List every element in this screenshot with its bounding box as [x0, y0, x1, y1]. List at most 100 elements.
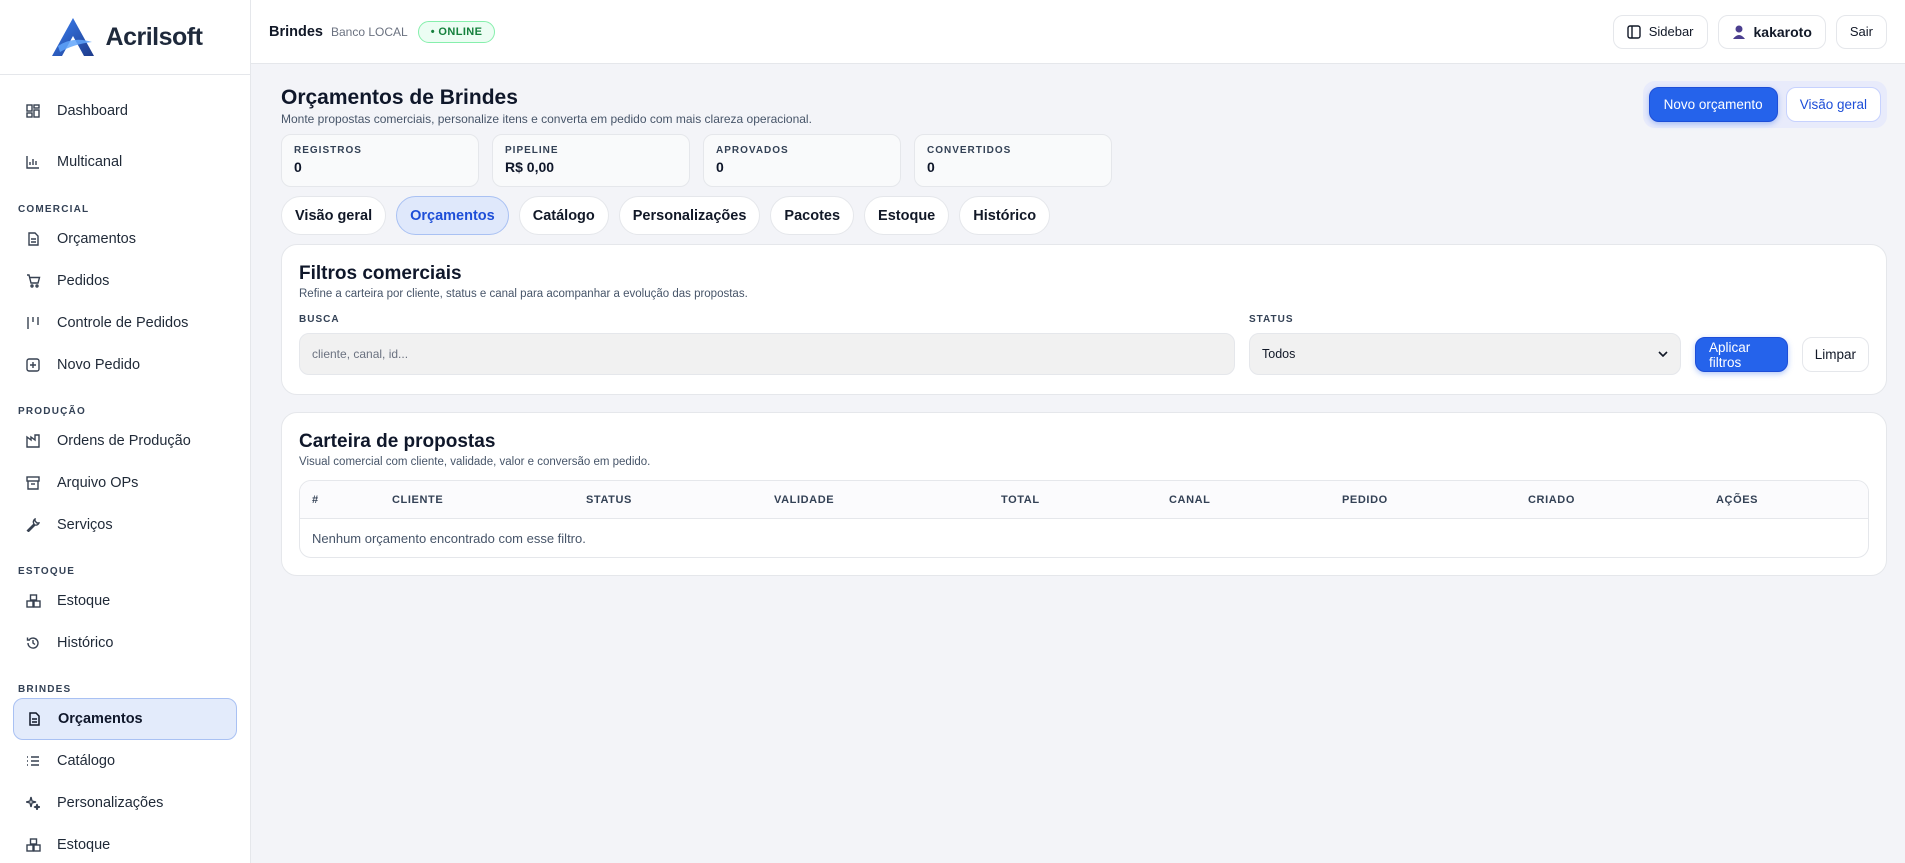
tab-visao-geral[interactable]: Visão geral	[281, 196, 387, 235]
tab-pacotes[interactable]: Pacotes	[770, 196, 855, 235]
main-content: Orçamentos de Brindes Monte propostas co…	[281, 64, 1887, 576]
new-quote-button[interactable]: Novo orçamento	[1648, 87, 1778, 122]
sidebar-item-label: Orçamentos	[58, 711, 143, 727]
document-icon	[26, 711, 42, 727]
logout-button[interactable]: Sair	[1835, 14, 1887, 49]
sidebar-item-label: Ordens de Produção	[57, 433, 191, 449]
sidebar-item-brindes-estoque[interactable]: Estoque	[13, 824, 237, 863]
section-producao: PRODUÇÃO	[18, 406, 86, 417]
stat-label: PIPELINE	[505, 145, 559, 156]
module-title: Brindes	[269, 23, 323, 40]
section-estoque: ESTOQUE	[18, 566, 76, 577]
stat-value: 0	[927, 159, 935, 175]
stat-label: APROVADOS	[716, 145, 789, 156]
brand-logo[interactable]: Acrilsoft	[0, 0, 250, 75]
sidebar-item-estoque[interactable]: Estoque	[13, 580, 237, 622]
sidebar-item-label: Estoque	[57, 593, 111, 609]
quotes-table: # CLIENTE STATUS VALIDADE TOTAL CANAL PE…	[299, 480, 1869, 558]
toggle-sidebar-button[interactable]: Sidebar	[1612, 14, 1708, 49]
portfolio-card: Carteira de propostas Visual comercial c…	[281, 412, 1887, 576]
column-pedido[interactable]: PEDIDO	[1342, 494, 1528, 506]
column-criado[interactable]: CRIADO	[1528, 494, 1716, 506]
sidebar-item-label: Multicanal	[57, 154, 123, 170]
stats-row: REGISTROS 0 PIPELINE R$ 0,00 APROVADOS 0…	[281, 134, 1887, 187]
sidebar-item-dashboard[interactable]: Dashboard	[13, 90, 237, 132]
username: kakaroto	[1753, 23, 1812, 40]
tab-personalizacoes[interactable]: Personalizações	[618, 196, 761, 235]
sidebar-item-arquivo-ops[interactable]: Arquivo OPs	[13, 462, 237, 504]
dashboard-icon	[25, 103, 41, 119]
search-input[interactable]: cliente, canal, id...	[299, 333, 1235, 375]
sidebar-item-label: Personalizações	[57, 795, 164, 811]
sidebar-item-orcamentos[interactable]: Orçamentos	[13, 218, 237, 260]
sidebar-item-pedidos[interactable]: Pedidos	[13, 260, 237, 302]
list-icon	[25, 753, 41, 769]
column-id[interactable]: #	[312, 494, 392, 506]
sidebar-item-label: Estoque	[57, 837, 111, 853]
page-title: Orçamentos de Brindes	[281, 86, 518, 109]
logo-icon	[51, 18, 94, 56]
tab-historico[interactable]: Histórico	[959, 196, 1051, 235]
sidebar-item-label: Orçamentos	[57, 231, 136, 247]
sidebar-item-label: Pedidos	[57, 273, 110, 289]
sidebar-item-label: Catálogo	[57, 753, 116, 769]
tab-estoque[interactable]: Estoque	[864, 196, 950, 235]
stat-card-convertidos: CONVERTIDOS 0	[914, 134, 1112, 187]
column-cliente[interactable]: CLIENTE	[392, 494, 586, 506]
sidebar-item-label: Controle de Pedidos	[57, 315, 189, 331]
portfolio-title: Carteira de propostas	[299, 431, 496, 452]
user-avatar-icon	[1732, 25, 1745, 39]
portfolio-subtitle: Visual comercial com cliente, validade, …	[299, 456, 651, 468]
column-validade[interactable]: VALIDADE	[774, 494, 1001, 506]
empty-state-row: Nenhum orçamento encontrado com esse fil…	[312, 530, 586, 546]
sidebar-item-ordens-producao[interactable]: Ordens de Produção	[13, 420, 237, 462]
sidebar-icon	[1627, 24, 1641, 39]
status-select[interactable]: Todos	[1249, 333, 1681, 375]
stat-value: R$ 0,00	[505, 159, 555, 175]
filters-subtitle: Refine a carteira por cliente, status e …	[299, 288, 748, 300]
sidebar-item-brindes-orcamentos[interactable]: Orçamentos	[13, 698, 237, 740]
sidebar-item-catalogo[interactable]: Catálogo	[13, 740, 237, 782]
column-total[interactable]: TOTAL	[1001, 494, 1169, 506]
status-label: STATUS	[1249, 314, 1294, 325]
wrench-icon	[25, 517, 41, 533]
database-label: Banco LOCAL	[331, 24, 408, 39]
history-icon	[25, 635, 41, 651]
stat-value: 0	[716, 159, 724, 175]
page-actions: Novo orçamento Visão geral	[1642, 81, 1887, 128]
filters-card: Filtros comerciais Refine a carteira por…	[281, 244, 1887, 395]
user-menu-button[interactable]: kakaroto	[1717, 14, 1826, 49]
status-select-value: Todos	[1262, 347, 1296, 361]
sidebar-item-label: Serviços	[57, 517, 113, 533]
tab-bar: Visão geral Orçamentos Catálogo Personal…	[281, 196, 1887, 235]
sidebar-item-historico[interactable]: Histórico	[13, 622, 237, 664]
apply-filters-button[interactable]: Aplicar filtros	[1695, 337, 1788, 372]
sidebar-item-novo-pedido[interactable]: Novo Pedido	[13, 344, 237, 386]
boxes-icon	[25, 593, 41, 609]
sparkles-icon	[25, 795, 41, 811]
online-status-badge: • ONLINE	[417, 20, 496, 43]
page-subtitle: Monte propostas comerciais, personalize …	[281, 112, 812, 126]
clear-filters-button[interactable]: Limpar	[1801, 337, 1869, 372]
search-label: BUSCA	[299, 314, 340, 325]
table-header: # CLIENTE STATUS VALIDADE TOTAL CANAL PE…	[300, 481, 1868, 519]
columns-icon	[25, 315, 41, 331]
sidebar-item-label: Dashboard	[57, 103, 128, 119]
brand-name: Acrilsoft	[105, 22, 203, 51]
stat-label: CONVERTIDOS	[927, 145, 1012, 156]
tab-orcamentos[interactable]: Orçamentos	[396, 196, 509, 235]
sidebar-item-label: Histórico	[57, 635, 114, 651]
sidebar-item-servicos[interactable]: Serviços	[13, 504, 237, 546]
sidebar-item-multicanal[interactable]: Multicanal	[13, 141, 237, 183]
overview-button[interactable]: Visão geral	[1785, 87, 1881, 122]
sidebar-item-label: Arquivo OPs	[57, 475, 139, 491]
sidebar-item-personalizacoes[interactable]: Personalizações	[13, 782, 237, 824]
cart-icon	[25, 273, 41, 289]
topbar: Brindes Banco LOCAL • ONLINE Sidebar kak…	[251, 0, 1905, 64]
section-brindes: BRINDES	[18, 684, 72, 695]
sidebar-item-controle-pedidos[interactable]: Controle de Pedidos	[13, 302, 237, 344]
tab-catalogo[interactable]: Catálogo	[518, 196, 609, 235]
column-canal[interactable]: CANAL	[1169, 494, 1342, 506]
chevron-down-icon	[1658, 351, 1668, 357]
column-status[interactable]: STATUS	[586, 494, 774, 506]
